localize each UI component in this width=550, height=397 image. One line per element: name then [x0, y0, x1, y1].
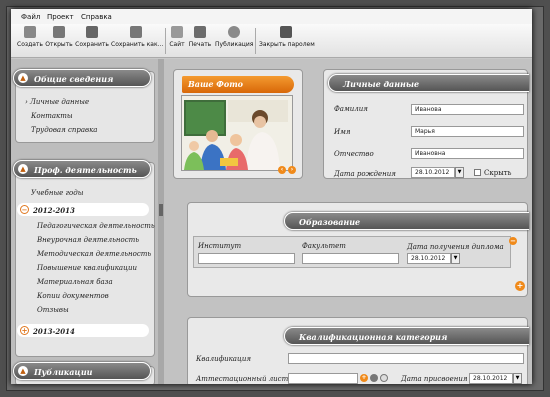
print-button[interactable]: Печать [187, 26, 213, 56]
toolbar-separator [165, 28, 166, 54]
qualification-label: Квалификация [196, 355, 251, 363]
education-title: Образование [284, 212, 529, 230]
sidebar-item-qualification[interactable]: Повышение квалификации [37, 264, 137, 272]
photo-next-icon[interactable]: › [288, 166, 296, 174]
surname-field[interactable]: Иванова [411, 104, 524, 115]
sidebar-item-extracurricular[interactable]: Внеурочная деятельность [37, 236, 139, 244]
new-file-icon [24, 26, 36, 38]
assign-date-field[interactable]: 28.10.2012 [469, 373, 513, 384]
add-education-icon[interactable]: + [515, 281, 525, 291]
user-photo[interactable] [181, 95, 293, 171]
prof-section-header[interactable]: ▲ Проф. деятельность [13, 160, 151, 178]
save-icon [86, 26, 98, 38]
publish-globe-icon [228, 26, 240, 38]
menu-help[interactable]: Справка [81, 13, 112, 21]
institute-label: Институт [198, 242, 242, 250]
general-section-header[interactable]: ▲ Общие сведения [13, 69, 151, 87]
toolbar-separator [255, 28, 256, 54]
institute-field[interactable] [198, 253, 295, 264]
attestation-sheet-field[interactable] [288, 373, 358, 384]
sidebar: ▲ Общие сведения › Личные данные Контакт… [11, 59, 158, 384]
save-button[interactable]: Сохранить [75, 26, 109, 56]
patronymic-field[interactable]: Ивановна [411, 148, 524, 159]
splitter-grip[interactable] [159, 204, 163, 216]
collapse-icon: ▲ [18, 164, 28, 174]
personal-title: Личные данные [328, 74, 529, 92]
lock-icon [280, 26, 292, 38]
main-area: Ваше Фото ‹ › Личные данные Фамилия Иван… [164, 59, 532, 384]
birth-label: Дата рождения [334, 170, 396, 178]
sidebar-item-contacts[interactable]: Контакты [31, 112, 73, 120]
save-as-button[interactable]: Сохранить как... [111, 26, 163, 56]
collapse-icon: ▲ [18, 73, 28, 83]
diploma-date-dropdown-icon[interactable]: ▼ [451, 253, 460, 264]
collapse-icon: − [20, 205, 29, 214]
site-button[interactable]: Сайт [169, 26, 185, 56]
print-icon [194, 26, 206, 38]
menu-project[interactable]: Проект [47, 13, 74, 21]
diploma-date-label: Дата получения диплома [407, 243, 504, 251]
new-button[interactable]: Создать [17, 26, 43, 56]
pubs-section-header[interactable]: ▲ Публикации [13, 362, 151, 380]
classroom-photo-icon [182, 96, 292, 170]
toolbar: Создать Открыть Сохранить Сохранить как.… [11, 24, 532, 58]
qualification-title: Квалификационная категория [284, 327, 529, 345]
sidebar-item-work-record[interactable]: Трудовая справка [31, 126, 97, 134]
sidebar-item-pedagogical[interactable]: Педагогическая деятельность [37, 222, 155, 230]
birth-date-field[interactable]: 28.10.2012 [411, 167, 455, 178]
years-label: Учебные годы [31, 189, 84, 197]
name-field[interactable]: Марья [411, 126, 524, 137]
publish-button[interactable]: Публикация [215, 26, 253, 56]
photo-title: Ваше Фото [182, 76, 294, 93]
collapse-icon: ▲ [18, 366, 28, 376]
expand-icon: + [20, 326, 29, 335]
birth-date-dropdown-icon[interactable]: ▼ [455, 167, 464, 178]
qualification-field[interactable] [288, 353, 524, 364]
menu-bar: Файл Проект Справка [11, 9, 532, 24]
sidebar-item-documents[interactable]: Копии документов [37, 292, 109, 300]
assign-date-dropdown-icon[interactable]: ▼ [513, 373, 522, 384]
year-2013-2014[interactable]: + 2013-2014 [17, 324, 149, 337]
attestation-sheet-label: Аттестационный лист [196, 375, 289, 383]
attach-file-icon[interactable]: + [360, 374, 368, 382]
diploma-date-field[interactable]: 28.10.2012 [407, 253, 451, 264]
year-2012-2013[interactable]: − 2012-2013 [17, 203, 149, 216]
faculty-label: Факультет [302, 242, 346, 250]
remove-education-icon[interactable]: − [509, 237, 517, 245]
view-file-icon[interactable] [370, 374, 378, 382]
hide-label: Скрыть [484, 169, 512, 177]
surname-label: Фамилия [334, 105, 368, 113]
save-as-icon [130, 26, 142, 38]
clear-file-icon[interactable] [380, 374, 388, 382]
hide-checkbox[interactable] [474, 169, 481, 176]
sidebar-item-methodical[interactable]: Методическая деятельность [37, 250, 151, 258]
patronymic-label: Отчество [334, 150, 374, 158]
open-button[interactable]: Открыть [45, 26, 73, 56]
assign-date-label: Дата присвоения [401, 375, 468, 383]
password-close-button[interactable]: Закрыть паролем [259, 26, 315, 56]
open-folder-icon [53, 26, 65, 38]
photo-prev-icon[interactable]: ‹ [278, 166, 286, 174]
sidebar-item-reviews[interactable]: Отзывы [37, 306, 69, 314]
sidebar-item-personal[interactable]: › Личные данные [25, 98, 89, 106]
faculty-field[interactable] [302, 253, 399, 264]
app-window: Файл Проект Справка Создать Открыть Сохр… [11, 9, 532, 384]
name-label: Имя [334, 128, 351, 136]
menu-file[interactable]: Файл [21, 13, 40, 21]
sidebar-item-material[interactable]: Материальная база [37, 278, 113, 286]
site-icon [171, 26, 183, 38]
